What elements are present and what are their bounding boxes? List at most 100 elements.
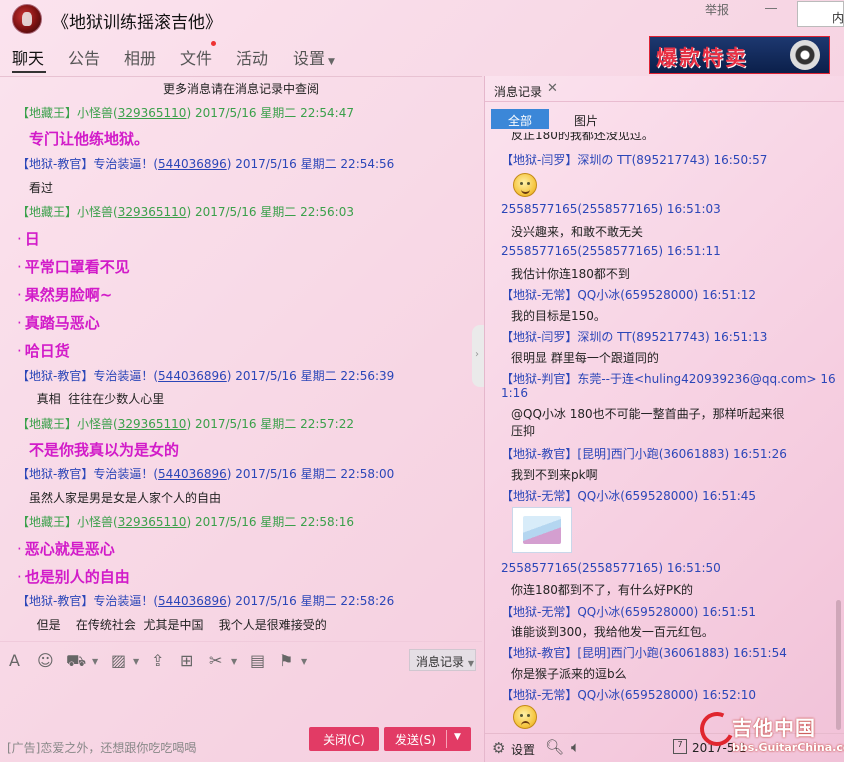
message-timestamp: 2017/5/16 星期二 22:57:22: [194, 417, 354, 431]
chevron-down-icon[interactable]: ▼: [92, 657, 98, 666]
message-timestamp: 2017/5/16 星期二 22:58:26: [235, 594, 395, 608]
speaker-icon[interactable]: 🔈︎: [571, 738, 580, 756]
calendar-icon[interactable]: 7: [673, 739, 687, 754]
sender-info[interactable]: 2558577165(2558577165) 16:51:50: [501, 561, 721, 575]
screenshot-scissors-icon[interactable]: ✂: [209, 651, 222, 670]
tab-label: 公告: [68, 49, 101, 68]
notes-icon[interactable]: ▤: [250, 651, 265, 670]
history-settings-label[interactable]: 设置: [511, 741, 535, 758]
tab-0[interactable]: 聊天: [12, 45, 44, 69]
bullet-icon: ·: [17, 286, 22, 304]
sender-qq-link[interactable]: 544036896: [158, 467, 227, 481]
sender-tag: 【地狱-教官】: [17, 467, 94, 481]
emoji-icon[interactable]: ☺: [37, 651, 54, 670]
sender-qq-link[interactable]: 329365110: [118, 205, 187, 219]
message-text: 不是你我真以为是女的: [29, 441, 180, 459]
title-bar: 《地狱训练摇滚吉他》 举报 内: [0, 0, 844, 38]
sender-info[interactable]: [昆明]西门小跑(36061883) 16:51:26: [577, 447, 787, 461]
upload-icon[interactable]: ⇪: [151, 651, 164, 670]
message-header: 【地狱-教官】专治装逼！(544036896) 2017/5/16 星期二 22…: [17, 594, 395, 608]
active-tab-underline: [12, 71, 46, 73]
sender-info[interactable]: QQ小冰(659528000) 16:51:51: [577, 605, 756, 619]
sender-qq-link[interactable]: 329365110: [118, 515, 187, 529]
sender-info[interactable]: 2558577165(2558577165) 16:51:03: [501, 202, 721, 216]
ad-text-link[interactable]: [广告]恋爱之外，还想跟你吃吃喝喝: [7, 739, 196, 756]
sender-info[interactable]: 2558577165(2558577165) 16:51:11: [501, 244, 721, 258]
tab-4[interactable]: 活动: [236, 45, 268, 69]
minimize-icon[interactable]: [765, 8, 777, 9]
tab-1[interactable]: 公告: [68, 45, 100, 69]
sender-tag: 【地狱-无常】: [501, 688, 578, 702]
group-avatar[interactable]: [12, 4, 42, 34]
close-icon[interactable]: ✕: [547, 81, 558, 96]
search-icon[interactable]: 🔍︎: [545, 738, 564, 756]
watermark-url: bbs.GuitarChina.com: [732, 741, 844, 754]
sender-name[interactable]: 小怪兽: [77, 515, 113, 529]
sender-qq-link[interactable]: 329365110: [118, 417, 187, 431]
gear-icon[interactable]: ⚙: [492, 739, 505, 757]
message-body: 虽然人家是男是女是人家个人的自由: [29, 491, 222, 505]
sender-info[interactable]: 深圳の TT(895217743) 16:51:13: [577, 330, 767, 344]
message-text: 平常口罩看不见: [24, 258, 130, 276]
font-icon[interactable]: A: [9, 651, 20, 670]
sender-qq-link[interactable]: 544036896: [158, 594, 227, 608]
shake-window-icon[interactable]: ⚑: [279, 651, 293, 670]
chevron-down-icon[interactable]: ▼: [133, 657, 139, 666]
sender-info[interactable]: 1:16: [501, 386, 528, 400]
message-text: 也是别人的自由: [24, 568, 130, 586]
send-options-chevron-icon[interactable]: ▼: [454, 732, 461, 742]
sender-name[interactable]: 专治装逼！: [93, 467, 153, 481]
sender-qq-link[interactable]: 544036896: [158, 157, 227, 171]
sender-name[interactable]: 小怪兽: [77, 205, 113, 219]
sender-name[interactable]: 专治装逼！: [93, 594, 153, 608]
top-right-button[interactable]: 内: [797, 1, 844, 27]
filter-all-button[interactable]: 全部: [491, 109, 549, 129]
sender-info[interactable]: 深圳の TT(895217743) 16:50:57: [577, 153, 767, 167]
tab-label: 活动: [236, 49, 269, 68]
magic-face-icon[interactable]: ⛟: [66, 651, 86, 672]
image-thumbnail[interactable]: [512, 507, 572, 553]
sender-name[interactable]: 小怪兽: [77, 417, 113, 431]
history-message-text: 反正180的我都还没见过。: [511, 132, 654, 142]
message-body: 专门让他练地狱。: [29, 128, 149, 149]
history-message-text: 没兴趣来，和敢不敢无关: [511, 225, 644, 239]
sender-name[interactable]: 小怪兽: [77, 106, 113, 120]
chevron-down-icon[interactable]: ▼: [301, 657, 307, 666]
history-message-header: 2558577165(2558577165) 16:51:11: [501, 244, 721, 258]
sender-name[interactable]: 专治装逼！: [93, 157, 153, 171]
message-text: 恶心就是恶心: [24, 540, 115, 558]
sender-info[interactable]: [昆明]西门小跑(36061883) 16:51:54: [577, 646, 787, 660]
send-button[interactable]: 发送(S) ▼: [384, 727, 471, 751]
tab-label: 文件: [180, 49, 213, 68]
filter-images-button[interactable]: 图片: [574, 112, 598, 129]
sender-info[interactable]: QQ小冰(659528000) 16:52:10: [577, 688, 756, 702]
message-header: 【地狱-教官】专治装逼！(544036896) 2017/5/16 星期二 22…: [17, 157, 395, 171]
message-body: 真相 往往在少数人心里: [29, 392, 165, 406]
tab-5[interactable]: 设置 ▼: [293, 45, 335, 69]
sender-info[interactable]: QQ小冰(659528000) 16:51:12: [577, 288, 756, 302]
sender-qq-link[interactable]: 329365110: [118, 106, 187, 120]
image-icon[interactable]: ▨: [111, 651, 126, 670]
sender-name[interactable]: 专治装逼！: [93, 369, 153, 383]
collapse-panel-handle[interactable]: ›: [472, 325, 484, 387]
chevron-down-icon[interactable]: ▼: [231, 657, 237, 666]
sender-info[interactable]: QQ小冰(659528000) 16:51:45: [577, 489, 756, 503]
sender-qq-link[interactable]: 544036896: [158, 369, 227, 383]
bullet-icon: ·: [17, 540, 22, 558]
history-message-header: 2558577165(2558577165) 16:51:03: [501, 202, 721, 216]
tab-3[interactable]: 文件: [180, 45, 212, 69]
close-button[interactable]: 关闭(C): [309, 727, 379, 751]
gift-icon[interactable]: ⊞: [180, 651, 193, 670]
sender-info[interactable]: 东莞--于连<huling420939236@qq.com> 16:5: [577, 372, 835, 386]
bullet-icon: ·: [17, 230, 22, 248]
history-message-text: 很明显 群里每一个跟道同的: [511, 351, 659, 365]
message-text: 真踏马恶心: [24, 314, 100, 332]
report-link[interactable]: 举报: [705, 1, 729, 18]
tab-message-history[interactable]: 消息记录: [494, 83, 542, 100]
message-text: 哈日货: [24, 342, 70, 360]
message-header: 【地藏王】小怪兽(329365110) 2017/5/16 星期二 22:57:…: [17, 417, 354, 431]
more-messages-notice[interactable]: 更多消息请在消息记录中查阅: [0, 80, 482, 97]
message-history-button[interactable]: 消息记录 ▼: [409, 649, 476, 671]
tab-2[interactable]: 相册: [124, 45, 156, 69]
ad-banner[interactable]: 爆款特卖: [649, 36, 830, 74]
